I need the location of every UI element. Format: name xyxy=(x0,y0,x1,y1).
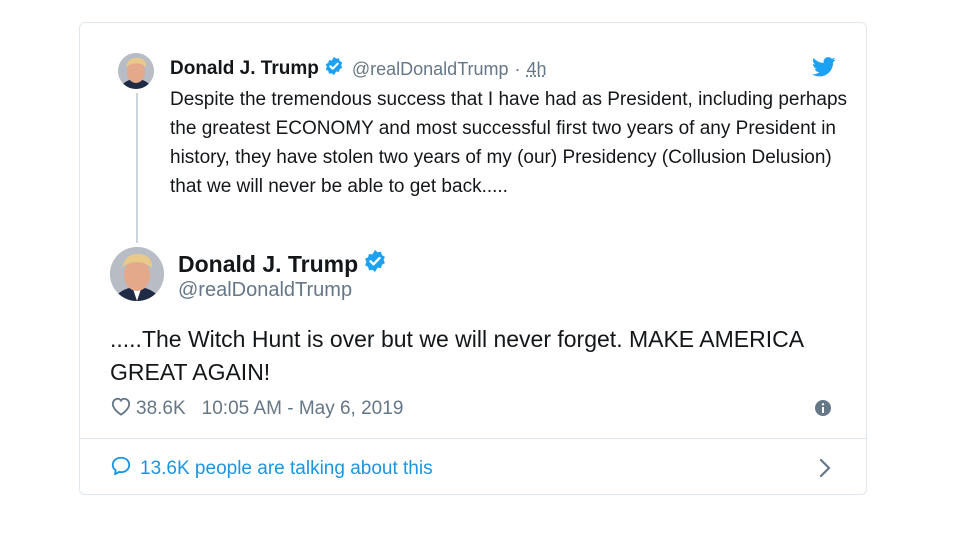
timestamp[interactable]: 10:05 AM - May 6, 2019 xyxy=(202,398,404,420)
avatar[interactable] xyxy=(110,247,164,301)
main-tweet-text: .....The Witch Hunt is over but we will … xyxy=(110,326,803,385)
main-tweet-header: Donald J. Trump xyxy=(178,249,387,279)
quoted-tweet-text: Despite the tremendous success that I ha… xyxy=(170,89,848,197)
verified-badge-icon xyxy=(324,56,344,82)
separator-dot: · xyxy=(514,58,521,79)
divider xyxy=(80,438,866,439)
display-name[interactable]: Donald J. Trump xyxy=(170,58,319,80)
avatar[interactable] xyxy=(118,53,154,89)
tweet-embed-card: Donald J. Trump @realDonaldTrump · 4h De… xyxy=(79,22,867,495)
heart-icon[interactable] xyxy=(110,396,132,422)
verified-badge-icon xyxy=(363,249,387,279)
speech-bubble-icon xyxy=(110,455,132,483)
display-name[interactable]: Donald J. Trump xyxy=(178,251,358,278)
chevron-right-icon[interactable] xyxy=(818,458,832,483)
quoted-tweet-header: Donald J. Trump @realDonaldTrump · 4h xyxy=(170,56,547,82)
handle[interactable]: @realDonaldTrump xyxy=(178,279,352,302)
info-icon[interactable] xyxy=(814,399,832,422)
talking-count-label: 13.6K people are talking about this xyxy=(140,458,433,479)
conversation-link[interactable]: 13.6K people are talking about this xyxy=(110,455,433,483)
twitter-bird-icon[interactable] xyxy=(812,57,836,82)
tweet-meta-row: 38.6K 10:05 AM - May 6, 2019 xyxy=(110,396,403,422)
relative-time[interactable]: 4h xyxy=(527,59,547,80)
handle[interactable]: @realDonaldTrump xyxy=(352,59,509,80)
thread-connector-line xyxy=(136,93,138,243)
like-count[interactable]: 38.6K xyxy=(136,398,186,420)
